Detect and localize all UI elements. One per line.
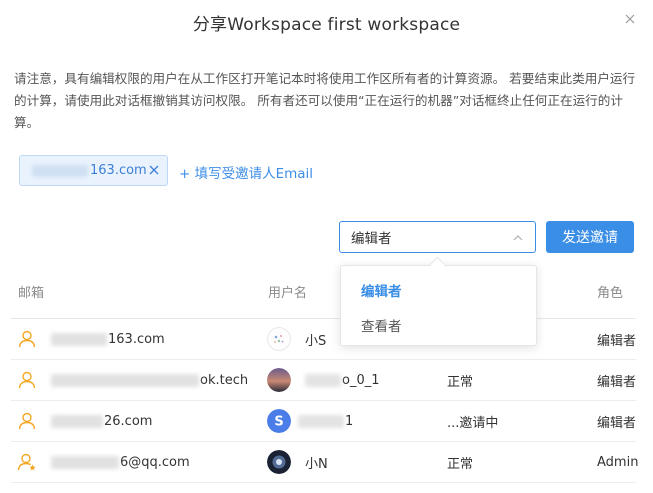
avatar: S (267, 409, 291, 433)
email-text: 26.com (104, 413, 153, 429)
send-invite-button[interactable]: 发送邀请 (546, 221, 634, 253)
email-redacted (51, 332, 107, 346)
user-star-icon (17, 453, 36, 471)
username-text: 1 (345, 413, 354, 429)
table-row: 26.com S 1 ...邀请中 编辑者 (11, 401, 636, 442)
share-dialog: 分享Workspace first workspace 请注意，具有编辑权限的用… (0, 0, 653, 493)
email-text: 6@qq.com (120, 454, 190, 470)
username-redacted (298, 414, 344, 428)
email-redacted (51, 373, 199, 387)
row-divider (11, 482, 636, 483)
dialog-title: 分享Workspace first workspace (192, 15, 461, 35)
table-row: 163.com 小S 编辑者 (11, 319, 636, 360)
username-text: o_0_1 (342, 372, 380, 388)
avatar (267, 450, 291, 474)
column-header-username: 用户名 (268, 286, 308, 301)
username-cell: 小N (305, 442, 328, 482)
user-icon (18, 330, 36, 348)
role-cell: 编辑者 (597, 415, 637, 431)
role-select-value: 编辑者 (351, 231, 392, 247)
username-text: 小S (305, 333, 327, 349)
email-text: 163.com (108, 331, 165, 347)
avatar (267, 327, 291, 351)
chip-email-text: 163.com (90, 163, 147, 178)
invitee-email-chip: 163.com (19, 155, 168, 186)
chevron-up-icon (513, 235, 523, 241)
role-cell: 编辑者 (597, 333, 637, 349)
role-cell: Admin (597, 454, 639, 470)
column-header-email: 邮箱 (18, 286, 45, 301)
table-row: 6@qq.com 小N 正常 Admin (11, 442, 639, 483)
username-redacted (305, 373, 341, 387)
status-cell: 正常 (447, 374, 474, 390)
table-row: ok.tech o_0_1 正常 编辑者 (11, 360, 636, 401)
username-cell: o_0_1 (305, 360, 380, 400)
email-redacted (51, 414, 103, 428)
close-icon[interactable] (147, 163, 161, 177)
username-cell: 1 (298, 401, 353, 441)
email-cell: 6@qq.com (51, 442, 190, 482)
email-cell: 163.com (51, 319, 165, 359)
role-select[interactable]: 编辑者 (339, 221, 536, 253)
username-cell: 小S (305, 319, 326, 359)
user-icon (18, 371, 36, 389)
email-cell: 26.com (51, 401, 152, 441)
username-text: 小N (305, 456, 328, 472)
add-invitee-email-link[interactable]: + 填写受邀请人Email (179, 162, 313, 182)
email-redacted (51, 455, 119, 469)
column-header-role: 角色 (597, 286, 624, 301)
avatar (267, 368, 291, 392)
role-option-editor[interactable]: 编辑者 (361, 280, 402, 300)
email-cell: ok.tech (51, 360, 248, 400)
email-text: ok.tech (200, 372, 249, 388)
svg-text:S: S (274, 415, 283, 430)
role-cell: 编辑者 (597, 374, 637, 390)
email-redacted (32, 164, 88, 177)
role-dropdown-menu: 编辑者 查看者 (340, 265, 537, 346)
user-icon (18, 412, 36, 430)
role-option-viewer[interactable]: 查看者 (361, 315, 402, 335)
close-icon[interactable] (620, 9, 640, 29)
status-cell: 正常 (447, 456, 474, 472)
status-cell: ...邀请中 (447, 415, 499, 431)
permission-notice: 请注意，具有编辑权限的用户在从工作区打开笔记本时将使用工作区所有者的计算资源。 … (14, 71, 636, 130)
